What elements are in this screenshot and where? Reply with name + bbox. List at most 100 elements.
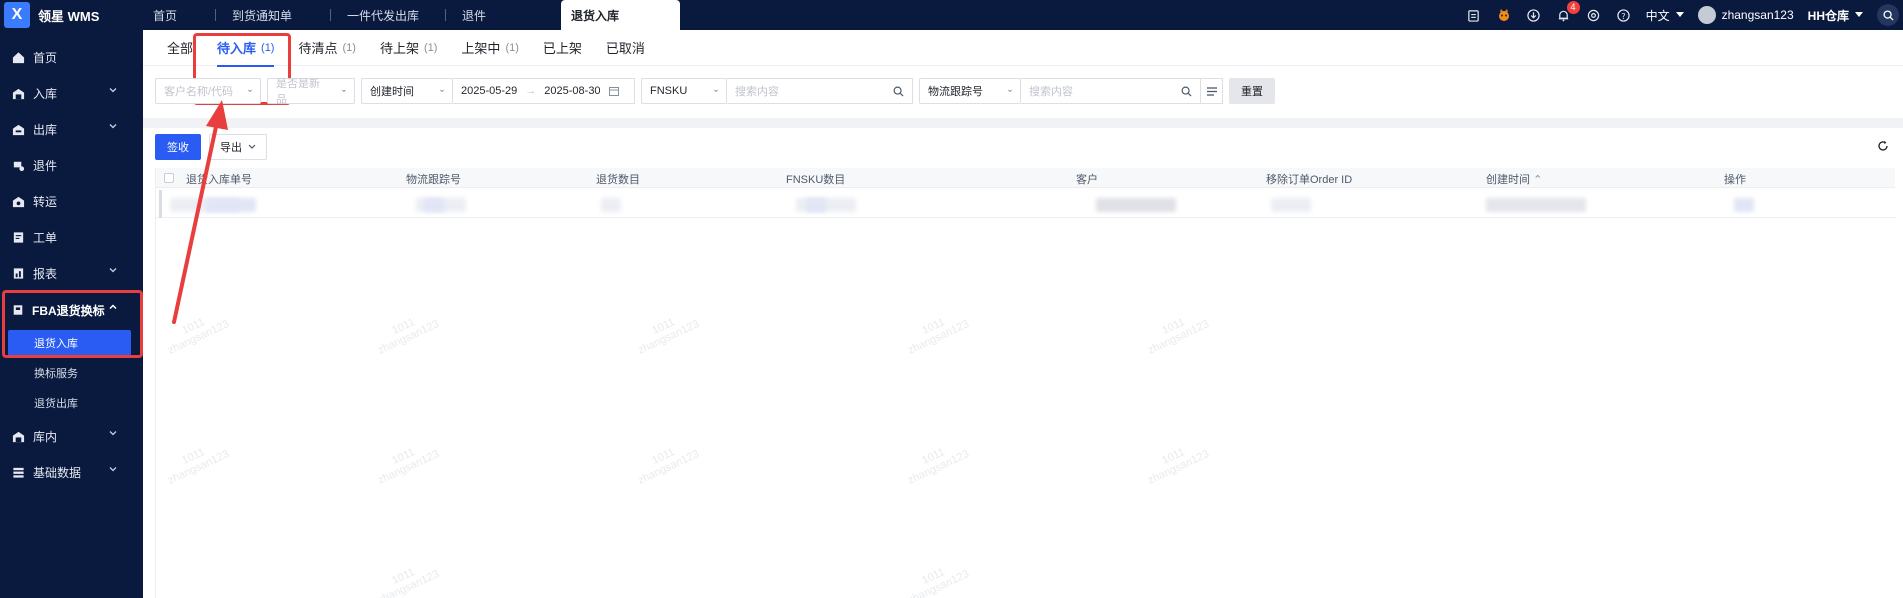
reset-button[interactable]: 重置 bbox=[1229, 78, 1275, 104]
select-all-checkbox[interactable] bbox=[164, 173, 174, 183]
col-return-qty: 退货数目 bbox=[596, 174, 640, 186]
brand[interactable]: X 领星 WMS bbox=[0, 0, 143, 30]
warehouse-selector[interactable]: HH仓库 bbox=[1808, 7, 1863, 24]
tab-label: 首页 bbox=[153, 8, 178, 23]
bell-icon[interactable]: 4 bbox=[1556, 1, 1580, 23]
tracking-search-input[interactable]: 搜索内容 bbox=[1021, 78, 1201, 104]
sidebar-item-tickets[interactable]: 工单 bbox=[0, 219, 143, 255]
caret-down-icon bbox=[1675, 12, 1684, 17]
chevron-down-icon bbox=[714, 89, 718, 92]
sidebar-subitem-return-outbound[interactable]: 退货出库 bbox=[0, 388, 143, 418]
tracking-label: 物流跟踪号 bbox=[928, 86, 983, 98]
fnsku-filter: FNSKU 搜索内容 bbox=[641, 78, 913, 104]
tab-shelving[interactable]: 上架中 (1) bbox=[449, 30, 530, 66]
global-search-icon[interactable] bbox=[1877, 4, 1899, 26]
date-type-select[interactable]: 创建时间 bbox=[361, 78, 453, 104]
col-removal-order-id: 移除订单Order ID bbox=[1266, 174, 1353, 186]
sign-button[interactable]: 签收 bbox=[155, 134, 201, 160]
avatar bbox=[1697, 6, 1716, 24]
blurred-cell bbox=[806, 198, 826, 212]
app-name: 领星 WMS bbox=[38, 8, 100, 24]
sidebar-item-reports[interactable]: 报表 bbox=[0, 255, 143, 291]
search-placeholder: 搜索内容 bbox=[1029, 86, 1073, 98]
date-start: 2025-05-29 bbox=[461, 85, 518, 97]
user-menu[interactable]: zhangsan123 bbox=[1697, 6, 1794, 24]
tab-count: (1) bbox=[505, 41, 519, 54]
fnsku-select[interactable]: FNSKU bbox=[641, 78, 727, 104]
col-created-time[interactable]: 创建时间 ⌃ bbox=[1486, 171, 1542, 187]
refresh-icon[interactable] bbox=[1877, 140, 1889, 155]
sidebar-item-outbound[interactable]: 出库 bbox=[0, 111, 143, 147]
blurred-cell bbox=[1096, 198, 1176, 212]
tab-label: 上架中 bbox=[461, 41, 501, 56]
username: zhangsan123 bbox=[1721, 8, 1794, 22]
date-end: 2025-08-30 bbox=[544, 85, 601, 97]
main-content: 全部 待入库 (1) 待清点 (1) 待上架 (1) 上架中 (1) 已上架 已取消 客… bbox=[143, 30, 1903, 598]
sidebar-item-basic-data[interactable]: 基础数据 bbox=[0, 454, 143, 490]
sidebar-subitem-relabel-service[interactable]: 换标服务 bbox=[0, 358, 143, 388]
blurred-cell bbox=[1734, 198, 1754, 212]
tracking-select[interactable]: 物流跟踪号 bbox=[919, 78, 1021, 104]
tab-cancelled[interactable]: 已取消 bbox=[594, 30, 657, 66]
date-arrow: → bbox=[525, 85, 537, 97]
mascot-icon[interactable] bbox=[1496, 7, 1512, 23]
sidebar-item-label: 基础数据 bbox=[33, 465, 82, 480]
tab-label: 已上架 bbox=[542, 41, 582, 56]
tab-dropship-outbound[interactable]: 一件代发出库 bbox=[331, 0, 446, 30]
blurred-cell bbox=[1271, 198, 1311, 212]
data-icon bbox=[13, 467, 24, 478]
warehouse-icon bbox=[12, 431, 25, 442]
sidebar-item-label: 库内 bbox=[33, 429, 58, 444]
fnsku-search-input[interactable]: 搜索内容 bbox=[727, 78, 913, 104]
tab-label: 一件代发出库 bbox=[347, 8, 420, 23]
tab-return-inbound[interactable]: 退货入库 bbox=[561, 0, 680, 30]
settings-icon[interactable] bbox=[1586, 7, 1602, 23]
customer-select[interactable]: 客户名称/代码 bbox=[155, 78, 261, 104]
tab-pending-shelving[interactable]: 待上架 (1) bbox=[368, 30, 449, 66]
sidebar-item-in-warehouse[interactable]: 库内 bbox=[0, 418, 143, 454]
search-icon bbox=[1181, 86, 1192, 97]
notification-badge: 4 bbox=[1566, 1, 1580, 14]
tab-arrival-notice[interactable]: 到货通知单 bbox=[216, 0, 331, 30]
chevron-down-icon bbox=[109, 88, 117, 93]
sidebar-item-home[interactable]: 首页 bbox=[0, 39, 143, 75]
svg-text:?: ? bbox=[1621, 10, 1625, 20]
sidebar-item-returns[interactable]: 退件 bbox=[0, 147, 143, 183]
sidebar-item-transfer[interactable]: 转运 bbox=[0, 183, 143, 219]
customer-placeholder: 客户名称/代码 bbox=[164, 86, 234, 98]
ticket-icon bbox=[13, 231, 24, 243]
is-new-placeholder: 是否是新品 bbox=[276, 78, 320, 106]
chevron-down-icon bbox=[342, 89, 346, 92]
blurred-cell bbox=[424, 198, 444, 212]
sidebar-item-inbound[interactable]: 入库 bbox=[0, 75, 143, 111]
batch-search-icon[interactable] bbox=[1201, 78, 1223, 104]
chevron-down-icon bbox=[248, 89, 252, 92]
app-logo: X bbox=[4, 2, 30, 28]
page-tabs: 首页 到货通知单 一件代发出库 退件 退货入库 bbox=[143, 0, 680, 30]
top-bar: X 领星 WMS 首页 到货通知单 一件代发出库 退件 退货入库 4 ? 中文 bbox=[0, 0, 1903, 30]
download-icon[interactable] bbox=[1526, 7, 1542, 23]
transfer-icon bbox=[12, 196, 25, 207]
tab-returns[interactable]: 退件 bbox=[446, 0, 561, 30]
data-table: 退货入库单号 物流跟踪号 退货数目 FNSKU数目 客户 移除订单Order I… bbox=[155, 168, 1896, 598]
tab-home[interactable]: 首页 bbox=[143, 0, 216, 30]
export-button[interactable]: 导出 bbox=[209, 134, 267, 160]
tab-shelved[interactable]: 已上架 bbox=[531, 30, 594, 66]
chevron-down-icon bbox=[248, 144, 256, 149]
col-tracking-no: 物流跟踪号 bbox=[406, 174, 461, 186]
col-customer: 客户 bbox=[1076, 174, 1098, 186]
tab-label: 全部 bbox=[167, 41, 194, 56]
return-icon bbox=[13, 161, 25, 171]
chevron-down-icon bbox=[109, 268, 117, 273]
tab-pending-count[interactable]: 待清点 (1) bbox=[286, 30, 367, 66]
chevron-down-icon bbox=[109, 124, 117, 129]
help-icon[interactable]: ? bbox=[1616, 7, 1632, 23]
table-row[interactable] bbox=[156, 190, 1896, 218]
blurred-cell bbox=[1486, 198, 1586, 212]
annotation-highlight-sidebar bbox=[2, 290, 143, 358]
date-range-picker[interactable]: 2025-05-29 → 2025-08-30 bbox=[453, 78, 635, 104]
is-new-select[interactable]: 是否是新品 bbox=[267, 78, 355, 106]
language-selector[interactable]: 中文 bbox=[1646, 7, 1684, 24]
clipboard-icon[interactable] bbox=[1466, 7, 1482, 23]
col-label: 创建时间 bbox=[1486, 174, 1530, 186]
